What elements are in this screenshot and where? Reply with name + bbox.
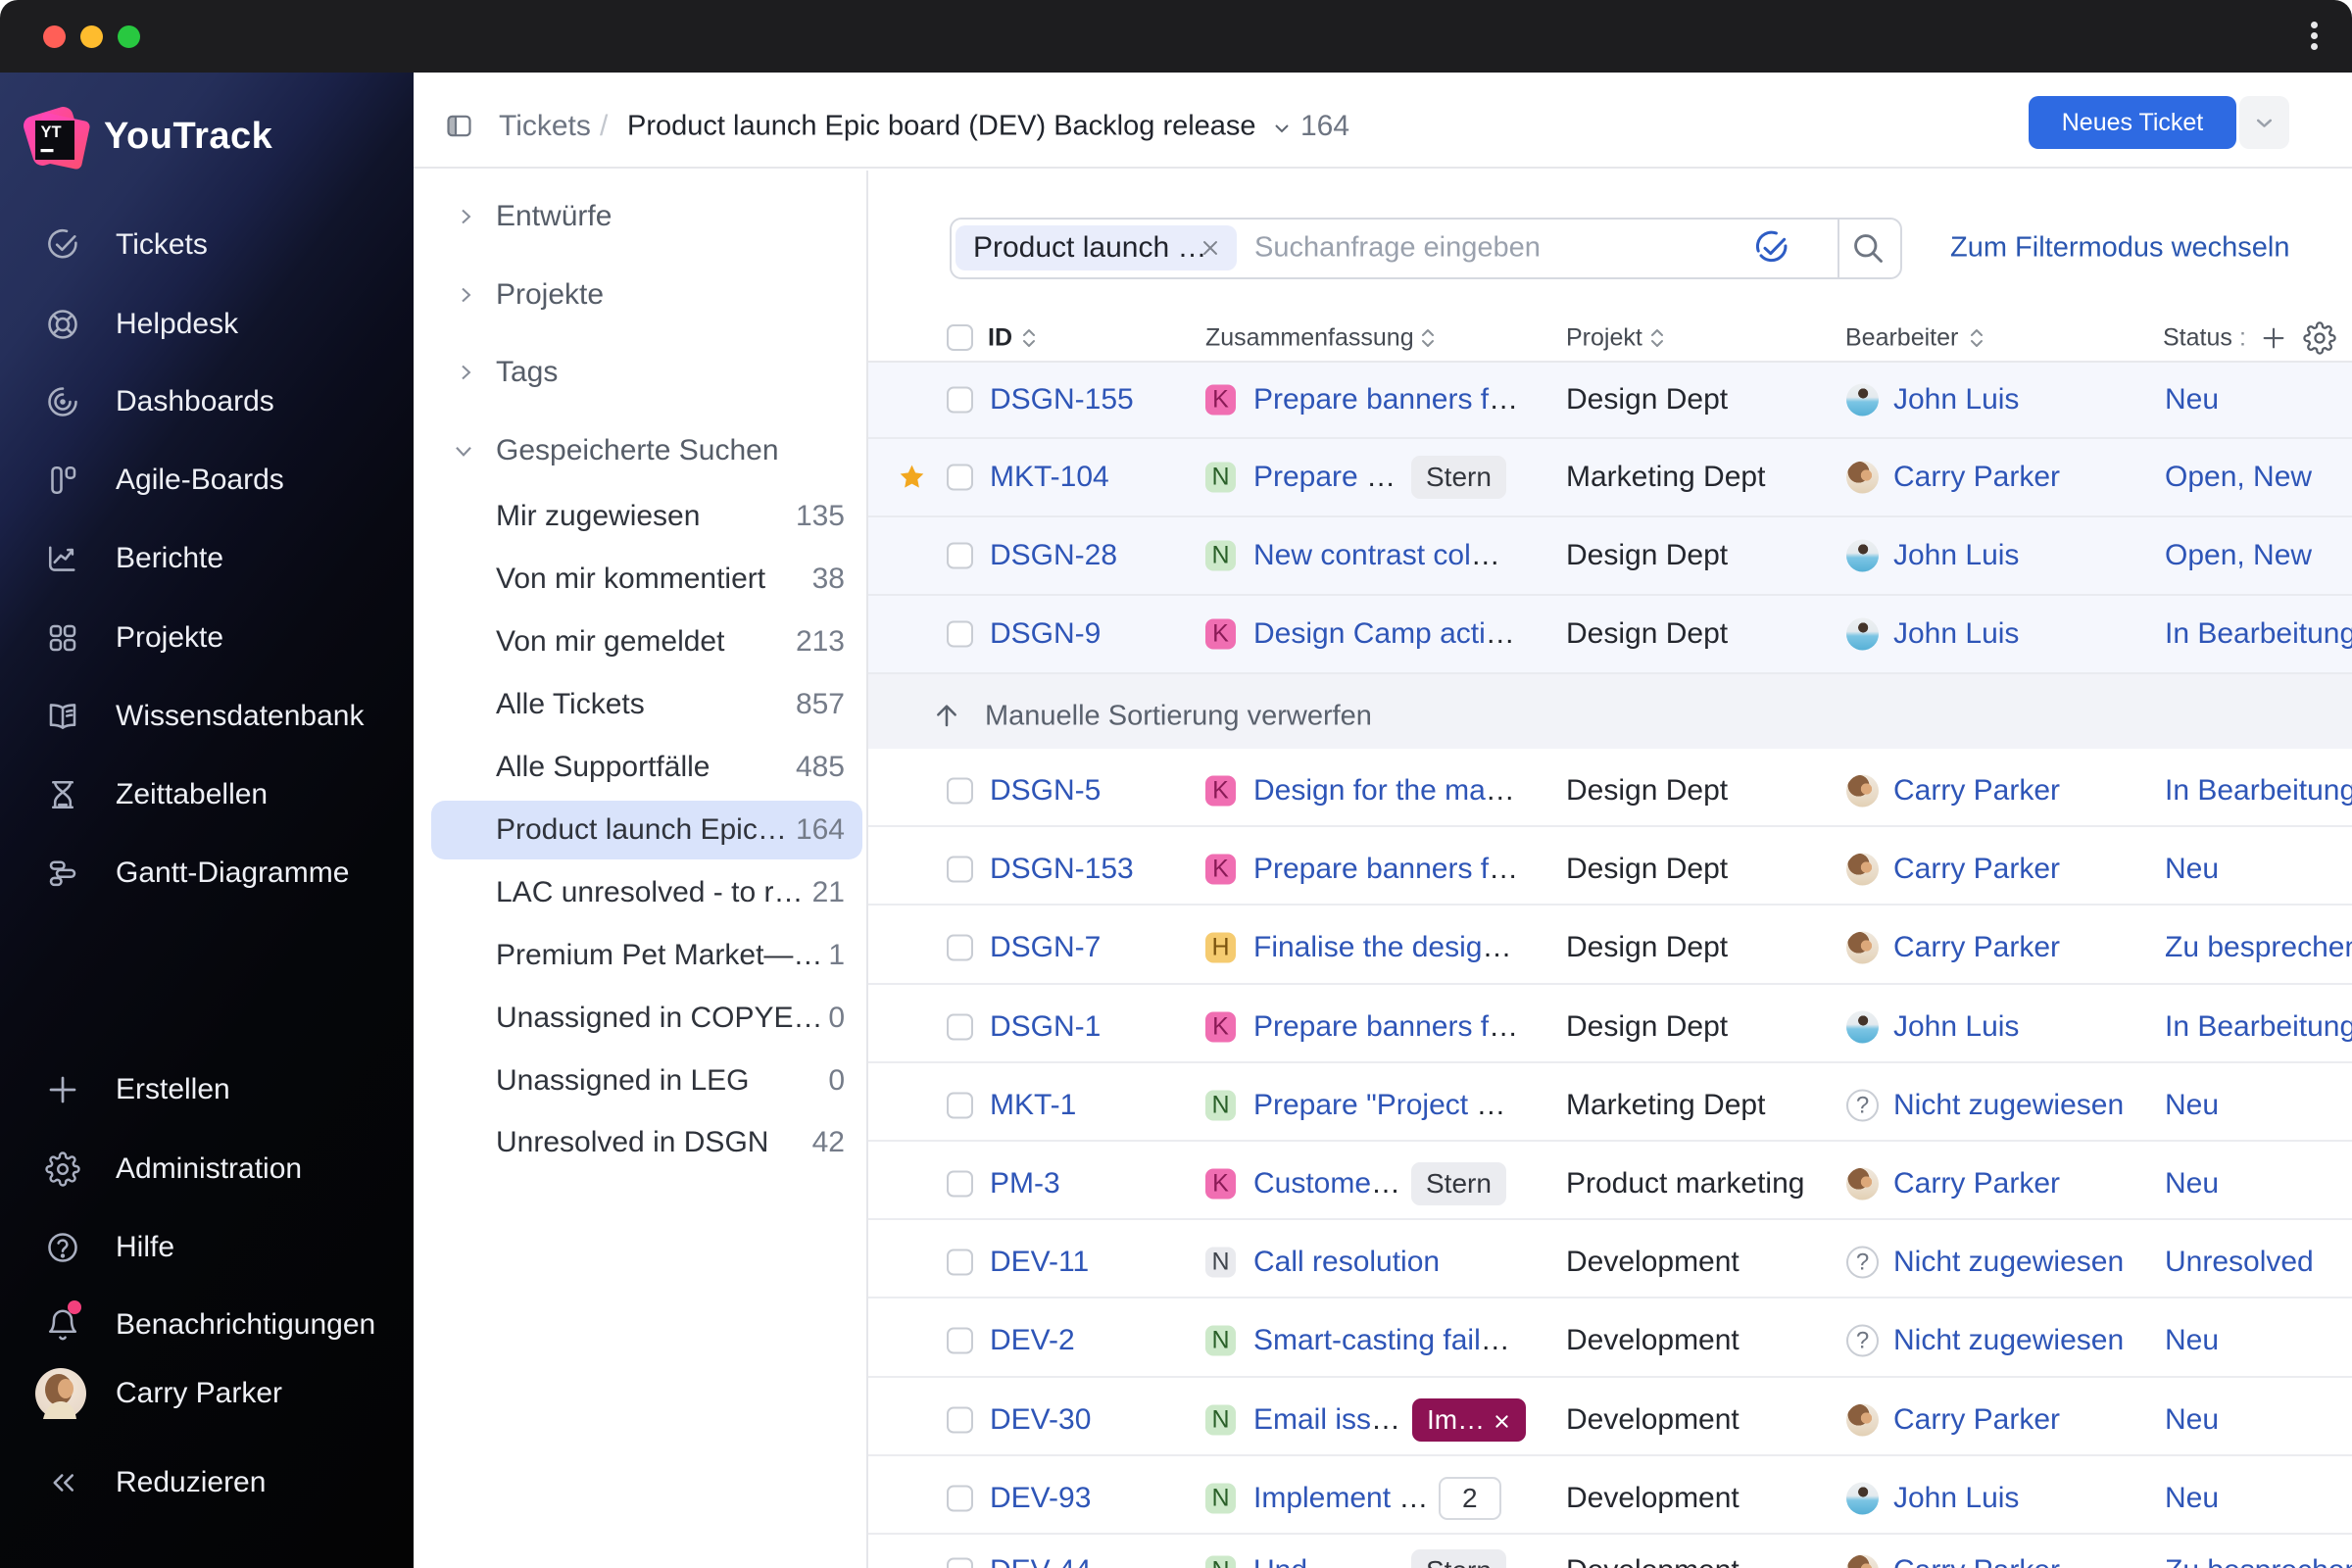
svg-text:YT: YT xyxy=(41,123,62,141)
